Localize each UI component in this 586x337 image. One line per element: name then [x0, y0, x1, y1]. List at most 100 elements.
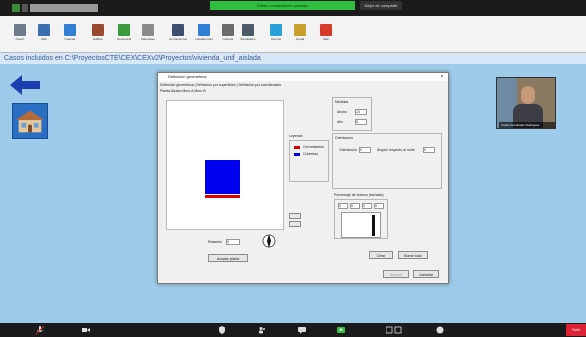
close-icon[interactable]: × [438, 73, 446, 81]
legend-label-roofs: Cubiertas [303, 152, 318, 156]
ribbon-tool-nuevo[interactable]: Nuevo [12, 24, 28, 48]
chat-icon[interactable] [298, 326, 306, 334]
accept-plan-button[interactable]: Aceptar planta [208, 254, 248, 262]
orientation-group: Orientación Orientación 0 Ángulo respect… [332, 133, 442, 189]
legend-swatch-roofs [294, 153, 300, 156]
legend-swatch-walls [294, 146, 300, 149]
app-title [30, 4, 98, 12]
ok-button[interactable]: Aceptar [383, 270, 409, 278]
legend-box: Cerramientos Cubiertas [289, 140, 329, 182]
share-banner[interactable]: Estás compartiendo pantalla [210, 1, 355, 10]
participant-name: Carlos Fernández Rodríguez [499, 122, 555, 128]
ribbon-tool-informe[interactable]: Informe [268, 24, 284, 48]
tool-icon [270, 24, 282, 36]
tool-label: Abrir [40, 37, 48, 41]
tool-icon [242, 24, 254, 36]
tool-icon [142, 24, 154, 36]
project-path: Casos incluidos en C:\ProyectosCTE\CEX\C… [0, 53, 586, 64]
tool-icon [198, 24, 210, 36]
north-angle-input[interactable]: 0 [423, 147, 435, 153]
tool-icon [92, 24, 104, 36]
rotation-input[interactable]: 0 [226, 239, 240, 245]
tool-icon [320, 24, 332, 36]
microphone-icon[interactable] [36, 326, 44, 334]
create-button[interactable]: Crear [369, 251, 393, 259]
tool-label: Informe [270, 37, 282, 41]
ribbon-tool-guardar[interactable]: Guardar [62, 24, 78, 48]
webcam-person-head [521, 86, 535, 104]
video-icon[interactable] [82, 326, 90, 334]
ribbon-tool-abrir[interactable]: Abrir [36, 24, 52, 48]
window-input-4[interactable]: 0 [374, 203, 384, 209]
building-footprint [205, 160, 240, 194]
tool-icon [172, 24, 184, 36]
orientation-title: Orientación [335, 136, 353, 140]
dimensions-title: Medidas [335, 100, 349, 104]
participants-icon[interactable] [258, 326, 266, 334]
window-input-2[interactable]: 0 [350, 203, 360, 209]
window-input-3[interactable]: 0 [362, 203, 372, 209]
dimensions-group: Medidas Ancho 10 Alto 5 [332, 97, 372, 131]
ribbon-tool-materiales[interactable]: Materiales [140, 24, 156, 48]
webcam-video[interactable]: Carlos Fernández Rodríguez [496, 77, 556, 129]
tool-icon [64, 24, 76, 36]
tool-icon [294, 24, 306, 36]
facade-line [205, 195, 240, 198]
tool-label: Materiales [141, 37, 155, 41]
reactions-icon[interactable] [436, 326, 444, 334]
legend-title: Leyenda [289, 134, 303, 138]
orientation-input[interactable]: 0 [359, 147, 371, 153]
height-input[interactable]: 5 [355, 119, 367, 125]
zoom-in-button[interactable] [289, 213, 301, 219]
ribbon-tool-ayuda[interactable]: Ayuda [292, 24, 308, 48]
tool-icon [118, 24, 130, 36]
window-bar [372, 215, 375, 236]
tool-label: Ayuda [295, 37, 305, 41]
tool-label: Edificio [93, 37, 103, 41]
window-input-1[interactable]: 0 [338, 203, 348, 209]
ribbon-tool-edificio[interactable]: Edificio [90, 24, 106, 48]
tool-label: Cerramientos [168, 37, 187, 41]
ribbon-tool-salir[interactable]: Salir [318, 24, 334, 48]
share-screen-icon[interactable] [337, 326, 345, 334]
tool-icon [222, 24, 234, 36]
zoom-bottom-bar [0, 323, 586, 337]
tool-label: Instalaciones [195, 37, 213, 41]
geometry-dialog: Definición geométrica × Definición geomé… [157, 72, 449, 284]
orientation-label: Orientación [339, 148, 357, 152]
back-arrow-icon[interactable] [10, 74, 42, 96]
record-icon[interactable] [386, 326, 402, 334]
house-icon[interactable] [12, 103, 48, 139]
zoom-out-button[interactable] [289, 221, 301, 227]
plan-preview[interactable] [166, 100, 284, 230]
width-label: Ancho [337, 110, 347, 114]
stop-share-button[interactable]: Dejar de compartir [360, 1, 402, 10]
ribbon-tool-geometria[interactable]: Geometría [116, 24, 132, 48]
ribbon-tool-instalaciones[interactable]: Instalaciones [195, 24, 213, 48]
ribbon-tool-resultados[interactable]: Resultados [240, 24, 256, 48]
tool-label: Calcular [222, 37, 234, 41]
leave-button[interactable]: Salir [566, 324, 586, 336]
width-input[interactable]: 10 [355, 109, 367, 115]
compass-icon [262, 234, 276, 248]
tool-icon [14, 24, 26, 36]
tool-label: Resultados [240, 37, 256, 41]
height-label: Alto [337, 120, 344, 124]
ribbon-tool-calcular[interactable]: Calcular [220, 24, 236, 48]
cancel-button[interactable]: Cancelar [413, 270, 439, 278]
save-icon[interactable] [22, 4, 28, 12]
app-icon [12, 4, 20, 12]
tool-label: Guardar [64, 37, 76, 41]
security-icon[interactable] [218, 326, 226, 334]
ribbon-tool-cerramientos[interactable]: Cerramientos [168, 24, 187, 48]
legend-label-walls: Cerramientos [303, 145, 325, 149]
tool-icon [38, 24, 50, 36]
rotation-label: Rotación [208, 240, 222, 244]
north-angle-label: Ángulo respecto al norte [377, 148, 415, 152]
window-preview [341, 212, 381, 238]
tool-label: Nuevo [15, 37, 25, 41]
window-percentage-title: Porcentaje de huecos (fachada) [334, 193, 384, 197]
delete-all-button[interactable]: Borrar todo [398, 251, 428, 259]
tool-label: Salir [322, 37, 329, 41]
dialog-subtabs[interactable]: Planta Alzado Muro A Muro B [160, 88, 220, 94]
